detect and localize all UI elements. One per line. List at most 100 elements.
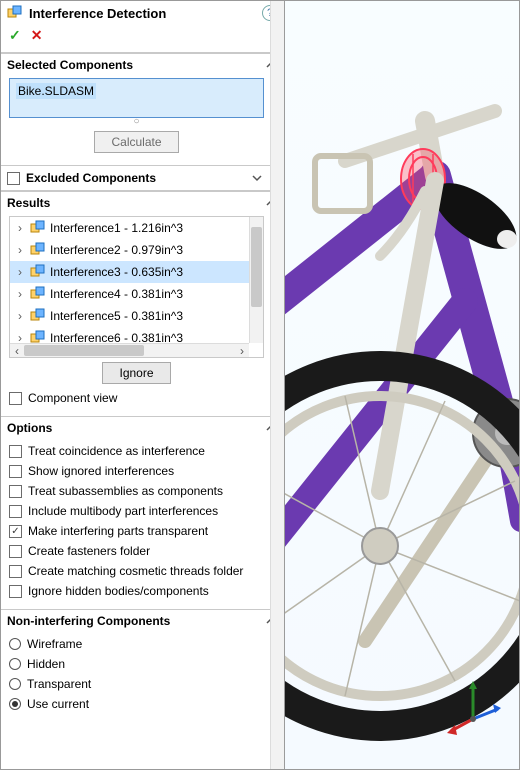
component-view-label: Component view <box>28 391 117 405</box>
option-row[interactable]: Create matching cosmetic threads folder <box>9 561 264 581</box>
option-checkbox[interactable] <box>9 465 22 478</box>
interference-icon <box>30 264 46 280</box>
noninterfering-body: Wireframe Hidden Transparent Use current <box>1 630 284 722</box>
results-body: › Interference1 - 1.216in^3 › Interference2… <box>1 212 284 416</box>
resize-grip[interactable]: ○ <box>9 116 264 127</box>
expand-caret-icon[interactable]: › <box>14 221 26 235</box>
option-row[interactable]: Show ignored interferences <box>9 461 264 481</box>
excluded-label: Excluded Components <box>26 171 156 185</box>
radio-button[interactable] <box>9 678 21 690</box>
option-row[interactable]: Include multibody part interferences <box>9 501 264 521</box>
result-label: Interference1 - 1.216in^3 <box>50 221 183 235</box>
radio-button[interactable] <box>9 658 21 670</box>
result-label: Interference3 - 0.635in^3 <box>50 265 183 279</box>
option-checkbox[interactable] <box>9 445 22 458</box>
confirm-row: ✓ ✕ <box>1 23 284 53</box>
option-label: Create fasteners folder <box>28 544 150 558</box>
noninterfering-option[interactable]: Hidden <box>9 654 264 674</box>
option-label: Treat subassemblies as components <box>28 484 223 498</box>
expand-caret-icon[interactable]: › <box>14 265 26 279</box>
expand-caret-icon[interactable]: › <box>14 243 26 257</box>
results-list: › Interference1 - 1.216in^3 › Interference2… <box>9 216 264 358</box>
scroll-left-icon[interactable]: ‹ <box>10 344 24 357</box>
result-item[interactable]: › Interference6 - 0.381in^3 <box>10 327 249 343</box>
option-checkbox[interactable] <box>9 505 22 518</box>
option-checkbox[interactable] <box>9 585 22 598</box>
options-label: Options <box>7 421 52 435</box>
option-label: Show ignored interferences <box>28 464 174 478</box>
expand-caret-icon[interactable]: › <box>14 331 26 343</box>
option-label: Make interfering parts transparent <box>28 524 208 538</box>
scroll-right-icon[interactable]: › <box>235 344 249 357</box>
cancel-button[interactable]: ✕ <box>31 27 43 44</box>
radio-label: Hidden <box>27 657 65 671</box>
radio-button[interactable] <box>9 698 21 710</box>
options-body: Treat coincidence as interference Show ig… <box>1 437 284 609</box>
option-label: Include multibody part interferences <box>28 504 218 518</box>
radio-label: Transparent <box>27 677 91 691</box>
noninterfering-option[interactable]: Wireframe <box>9 634 264 654</box>
option-checkbox[interactable] <box>9 485 22 498</box>
result-label: Interference4 - 0.381in^3 <box>50 287 183 301</box>
option-row[interactable]: Treat subassemblies as components <box>9 481 264 501</box>
noninterfering-option[interactable]: Transparent <box>9 674 264 694</box>
component-view-checkbox[interactable] <box>9 392 22 405</box>
interference-icon <box>30 308 46 324</box>
result-label: Interference5 - 0.381in^3 <box>50 309 183 323</box>
interference-icon <box>30 220 46 236</box>
option-row[interactable]: Treat coincidence as interference <box>9 441 264 461</box>
option-row[interactable]: Ignore hidden bodies/components <box>9 581 264 601</box>
result-item[interactable]: › Interference5 - 0.381in^3 <box>10 305 249 327</box>
result-label: Interference6 - 0.381in^3 <box>50 331 183 343</box>
chevron-down-icon <box>250 171 264 185</box>
option-label: Create matching cosmetic threads folder <box>28 564 243 578</box>
result-item[interactable]: › Interference4 - 0.381in^3 <box>10 283 249 305</box>
view-triad[interactable] <box>443 679 503 739</box>
result-item[interactable]: › Interference3 - 0.635in^3 <box>10 261 249 283</box>
results-vscrollbar[interactable] <box>249 217 263 343</box>
selected-item: Bike.SLDASM <box>16 83 96 99</box>
selected-components-input[interactable]: Bike.SLDASM <box>9 78 264 118</box>
result-label: Interference2 - 0.979in^3 <box>50 243 183 257</box>
option-label: Treat coincidence as interference <box>28 444 205 458</box>
interference-icon <box>30 242 46 258</box>
option-checkbox[interactable] <box>9 545 22 558</box>
noninterfering-option[interactable]: Use current <box>9 694 264 714</box>
selected-components-body: Bike.SLDASM ○ Calculate <box>1 74 284 165</box>
results-header[interactable]: Results <box>1 191 284 212</box>
options-header[interactable]: Options <box>1 416 284 437</box>
panel-header: Interference Detection ? <box>1 1 284 23</box>
option-label: Ignore hidden bodies/components <box>28 584 209 598</box>
noninterfering-label: Non-interfering Components <box>7 614 170 628</box>
panel-scrollbar[interactable] <box>270 1 284 769</box>
ok-button[interactable]: ✓ <box>9 27 21 44</box>
results-hscrollbar[interactable]: ‹ › <box>10 343 249 357</box>
radio-button[interactable] <box>9 638 21 650</box>
option-checkbox[interactable]: ✓ <box>9 525 22 538</box>
model-view <box>285 1 519 769</box>
graphics-viewport[interactable] <box>285 1 519 769</box>
option-checkbox[interactable] <box>9 565 22 578</box>
result-item[interactable]: › Interference1 - 1.216in^3 <box>10 217 249 239</box>
excluded-checkbox[interactable] <box>7 172 20 185</box>
interference-icon <box>30 330 46 343</box>
radio-label: Wireframe <box>27 637 82 651</box>
interference-icon <box>7 5 23 21</box>
option-row[interactable]: Create fasteners folder <box>9 541 264 561</box>
selected-components-label: Selected Components <box>7 58 133 72</box>
excluded-components-header[interactable]: Excluded Components <box>1 165 284 191</box>
component-view-row[interactable]: Component view <box>9 388 264 408</box>
option-row[interactable]: ✓ Make interfering parts transparent <box>9 521 264 541</box>
ignore-button[interactable]: Ignore <box>102 362 170 384</box>
property-panel: Interference Detection ? ✓ ✕ Selected Co… <box>1 1 285 769</box>
interference-icon <box>30 286 46 302</box>
expand-caret-icon[interactable]: › <box>14 287 26 301</box>
results-label: Results <box>7 196 50 210</box>
expand-caret-icon[interactable]: › <box>14 309 26 323</box>
calculate-button[interactable]: Calculate <box>94 131 178 153</box>
panel-title: Interference Detection <box>29 6 256 21</box>
result-item[interactable]: › Interference2 - 0.979in^3 <box>10 239 249 261</box>
noninterfering-header[interactable]: Non-interfering Components <box>1 609 284 630</box>
radio-label: Use current <box>27 697 89 711</box>
selected-components-header[interactable]: Selected Components <box>1 53 284 74</box>
